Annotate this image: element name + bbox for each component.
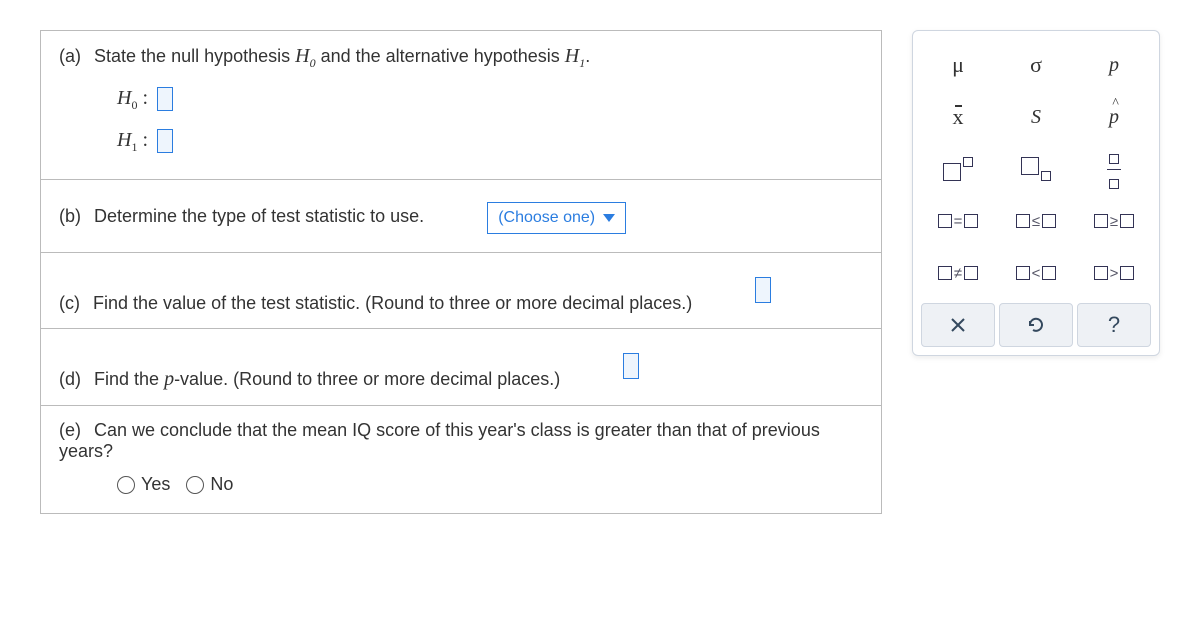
eq-op: = <box>954 213 963 230</box>
symbol-sigma[interactable]: σ <box>1004 41 1068 89</box>
part-d-text-1: Find the <box>94 369 164 389</box>
h1-colon: : <box>137 129 148 151</box>
symbol-eq[interactable]: = <box>926 197 990 245</box>
h0-colon: : <box>137 87 148 109</box>
lt-op: < <box>1032 265 1041 282</box>
yes-label: Yes <box>141 474 170 495</box>
h1-input[interactable] <box>157 129 173 153</box>
part-b-text: Determine the type of test statistic to … <box>94 206 424 226</box>
part-c: (c) Find the value of the test statistic… <box>41 253 881 329</box>
part-a-text-2: and the alternative hypothesis <box>316 46 565 66</box>
part-d-text-2: -value. (Round to three or more decimal … <box>174 369 560 389</box>
h1-h: H <box>565 45 579 67</box>
p-value-input[interactable] <box>623 353 639 379</box>
p-ital: p <box>164 368 174 390</box>
s-inner: S <box>1031 106 1041 129</box>
part-c-text: Find the value of the test statistic. (R… <box>93 293 692 313</box>
radio-no[interactable] <box>186 476 204 494</box>
h0-row-h: H <box>117 87 131 109</box>
phat-inner: p <box>1109 106 1119 129</box>
fraction-icon <box>1107 146 1121 193</box>
part-e-letter: (e) <box>59 420 81 440</box>
page-container: (a) State the null hypothesis H0 and the… <box>0 0 1200 544</box>
h0-h: H <box>295 45 309 67</box>
help-button[interactable]: ? <box>1077 303 1151 347</box>
subscript-icon <box>1021 157 1051 181</box>
symbol-superscript[interactable] <box>926 145 990 193</box>
le-op: ≤ <box>1032 213 1040 230</box>
part-a-text-1: State the null hypothesis <box>94 46 295 66</box>
symbol-phat[interactable]: p <box>1082 93 1146 141</box>
h0-row: H0 : <box>117 87 863 113</box>
no-label: No <box>210 474 233 495</box>
symbol-le[interactable]: ≤ <box>1004 197 1068 245</box>
part-e: (e) Can we conclude that the mean IQ sco… <box>41 406 881 513</box>
symbol-ne[interactable]: ≠ <box>926 249 990 297</box>
part-c-letter: (c) <box>59 293 80 313</box>
part-d: (d) Find the p-value. (Round to three or… <box>41 329 881 406</box>
symbol-s[interactable]: S <box>1004 93 1068 141</box>
palette-toolbar: ? <box>921 303 1151 347</box>
part-b: (b) Determine the type of test statistic… <box>41 180 881 253</box>
h0-input[interactable] <box>157 87 173 111</box>
test-statistic-input[interactable] <box>755 277 771 303</box>
superscript-icon <box>943 157 973 181</box>
select-label: (Choose one) <box>498 209 595 227</box>
symbol-gt[interactable]: > <box>1082 249 1146 297</box>
symbol-fraction[interactable] <box>1082 145 1146 193</box>
h0-symbol-inline: H0 <box>295 45 315 67</box>
test-statistic-select[interactable]: (Choose one) <box>487 202 626 234</box>
part-a-letter: (a) <box>59 46 81 66</box>
close-icon <box>949 316 967 334</box>
part-e-text: Can we conclude that the mean IQ score o… <box>59 420 820 461</box>
symbol-p-text: p <box>1109 54 1119 77</box>
part-d-letter: (d) <box>59 369 81 389</box>
yes-no-group: Yes No <box>117 474 863 495</box>
clear-button[interactable] <box>921 303 995 347</box>
h1-row-h: H <box>117 129 131 151</box>
question-panel: (a) State the null hypothesis H0 and the… <box>40 30 882 514</box>
symbol-mu[interactable]: μ <box>926 41 990 89</box>
symbol-grid: μ σ p x S p = ≤ ≥ <box>921 41 1151 297</box>
ge-op: ≥ <box>1110 213 1118 230</box>
radio-yes[interactable] <box>117 476 135 494</box>
symbol-p[interactable]: p <box>1082 41 1146 89</box>
part-a-text-3: . <box>585 46 590 66</box>
part-b-letter: (b) <box>59 206 81 226</box>
chevron-down-icon <box>603 214 615 222</box>
undo-button[interactable] <box>999 303 1073 347</box>
symbol-lt[interactable]: < <box>1004 249 1068 297</box>
h1-row: H1 : <box>117 129 863 155</box>
symbol-xbar[interactable]: x <box>926 93 990 141</box>
ne-op: ≠ <box>954 265 962 282</box>
undo-icon <box>1026 315 1046 335</box>
symbol-palette: μ σ p x S p = ≤ ≥ <box>912 30 1160 356</box>
h1-symbol-inline: H1 <box>565 45 585 67</box>
help-icon: ? <box>1108 312 1120 338</box>
gt-op: > <box>1110 265 1119 282</box>
symbol-subscript[interactable] <box>1004 145 1068 193</box>
symbol-ge[interactable]: ≥ <box>1082 197 1146 245</box>
part-a: (a) State the null hypothesis H0 and the… <box>41 31 881 180</box>
xbar-inner: x <box>953 104 964 130</box>
